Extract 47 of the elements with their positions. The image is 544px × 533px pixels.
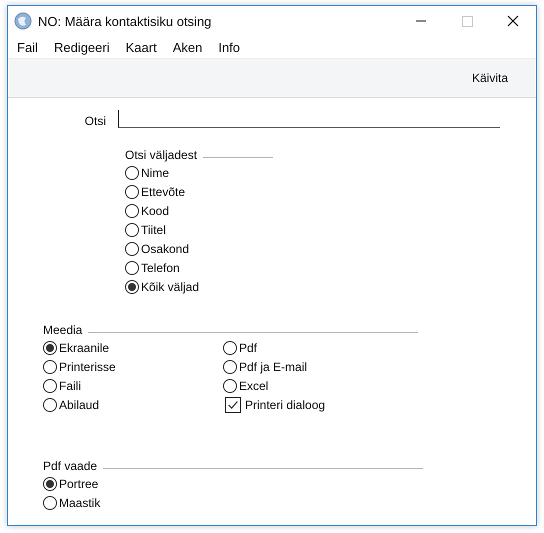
checkbox[interactable]: [225, 396, 241, 412]
option-label: Kõik väljad: [141, 280, 200, 294]
radio-button[interactable]: [223, 360, 237, 374]
radio-button[interactable]: [125, 280, 139, 294]
radio-button[interactable]: [125, 184, 139, 198]
radio-button[interactable]: [43, 398, 57, 412]
radio-button[interactable]: [223, 378, 237, 392]
window-title: NO: Määra kontaktisiku otsing: [38, 14, 212, 28]
radio-button[interactable]: [125, 242, 139, 256]
option-label: Excel: [239, 378, 268, 392]
radio-button[interactable]: [125, 166, 139, 180]
group-title: Meedia: [43, 323, 82, 337]
option-label: Portree: [59, 476, 98, 490]
run-button[interactable]: Käivita: [470, 69, 510, 87]
radio-button[interactable]: [43, 476, 57, 490]
option-label: Telefon: [141, 260, 180, 274]
option-label: Nime: [141, 166, 170, 180]
option-label: Pdf: [239, 340, 258, 354]
radio-button[interactable]: [125, 204, 139, 218]
radio-button[interactable]: [43, 360, 57, 374]
search-field[interactable]: [118, 110, 500, 128]
radio-button[interactable]: [43, 496, 57, 510]
group-title: Otsi väljadest: [125, 148, 198, 162]
menu-item[interactable]: Redigeeri: [54, 40, 117, 54]
radio-button[interactable]: [125, 222, 139, 236]
radio-button[interactable]: [223, 340, 237, 354]
option-label: Tiitel: [141, 222, 166, 236]
option-label: Printerisse: [59, 360, 116, 374]
menu-item[interactable]: Info: [218, 40, 248, 54]
menu-item[interactable]: Aken: [172, 40, 210, 54]
option-label: Ekraanile: [59, 340, 110, 354]
option-label: Pdf ja E-mail: [239, 360, 308, 374]
option-label: Abilaud: [59, 398, 100, 412]
search-label: Otsi: [84, 114, 107, 128]
option-label: Ettevõte: [141, 184, 186, 198]
globe-icon: [14, 12, 32, 30]
option-label: Kood: [141, 204, 170, 218]
radio-button[interactable]: [43, 378, 57, 392]
option-label: Maastik: [59, 496, 100, 510]
group-title: Pdf vaade: [43, 459, 98, 473]
radio-button[interactable]: [43, 340, 57, 354]
option-label: Osakond: [141, 242, 190, 256]
menu-item[interactable]: Kaart: [126, 40, 164, 54]
radio-button[interactable]: [125, 260, 139, 274]
menu-item[interactable]: Fail: [17, 40, 45, 54]
option-label: Printeri dialoog: [245, 398, 326, 412]
option-label: Faili: [59, 378, 82, 392]
